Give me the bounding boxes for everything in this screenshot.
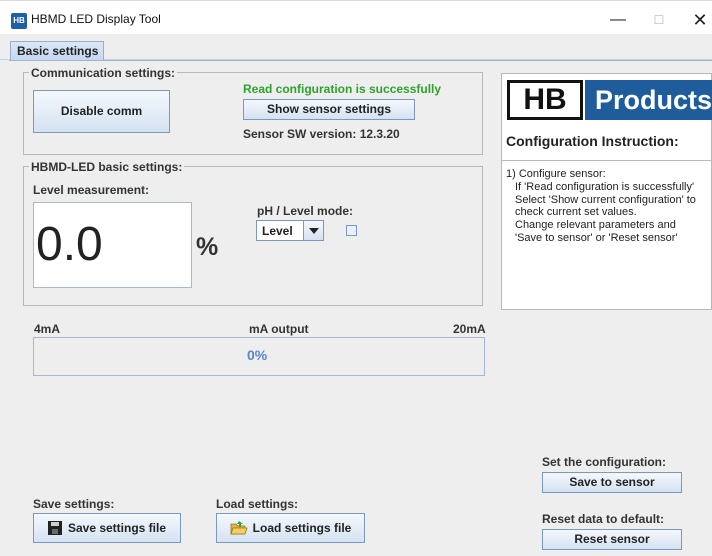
save-settings-file-label: Save settings file	[67, 521, 167, 535]
communication-settings-label: Communication settings:	[29, 66, 178, 80]
app-window: HB HBMD LED Display Tool — ☐ ✕ Basic set…	[0, 0, 712, 556]
reset-data-label: Reset data to default:	[542, 512, 665, 526]
instruction-line: 1) Configure sensor:	[506, 168, 606, 180]
show-sensor-settings-button[interactable]: Show sensor settings	[243, 99, 415, 120]
hb-logo: HB	[507, 80, 583, 120]
read-status-text: Read configuration is successfully	[243, 82, 442, 96]
instruction-title: Configuration Instruction:	[506, 133, 679, 149]
ma-output-min-label: 4mA	[34, 322, 61, 336]
sensor-sw-version: Sensor SW version: 12.3.20	[243, 127, 400, 141]
level-unit: %	[196, 233, 219, 261]
mode-label: pH / Level mode:	[257, 204, 354, 218]
tab-panel-border	[9, 60, 712, 61]
folder-open-icon	[230, 521, 248, 535]
instruction-line: Select 'Show current configuration' to	[515, 193, 696, 206]
load-settings-label: Load settings:	[216, 497, 299, 511]
instruction-line: check current set values.	[515, 206, 637, 219]
floppy-disk-icon	[47, 521, 62, 535]
save-settings-label: Save settings:	[33, 497, 115, 511]
basic-settings-label: HBMD-LED basic settings:	[29, 160, 185, 174]
load-settings-file-label: Load settings file	[252, 521, 352, 535]
level-measurement-label: Level measurement:	[33, 183, 150, 197]
maximize-button[interactable]: ☐	[639, 7, 679, 33]
load-settings-file-button[interactable]: Load settings file	[216, 513, 365, 543]
tab-strip	[0, 34, 712, 60]
tab-basic-settings[interactable]: Basic settings	[10, 41, 104, 61]
minimize-button[interactable]: —	[598, 7, 638, 33]
ma-output-progress-text: 0%	[247, 347, 268, 363]
instruction-text: 1) Configure sensor: If 'Read configurat…	[506, 168, 712, 245]
instruction-line: 'Save to sensor' or 'Reset sensor'	[515, 231, 678, 244]
products-logo: Products	[585, 80, 712, 120]
save-settings-file-button[interactable]: Save settings file	[33, 513, 181, 543]
instruction-line: Change relevant parameters and	[515, 219, 676, 232]
reset-sensor-button[interactable]: Reset sensor	[542, 529, 682, 550]
set-configuration-label: Set the configuration:	[542, 455, 666, 469]
app-logo-icon: HB	[11, 13, 27, 29]
ma-output-max-label: 20mA	[453, 322, 486, 336]
close-button[interactable]: ✕	[680, 7, 712, 33]
window-title: HBMD LED Display Tool	[31, 12, 161, 26]
instruction-line: If 'Read configuration is successfully'	[515, 180, 695, 193]
mode-dropdown-button[interactable]	[303, 221, 323, 240]
mode-selected-value: Level	[262, 224, 293, 238]
mode-checkbox[interactable]	[346, 225, 357, 236]
ma-output-title: mA output	[249, 322, 309, 336]
chevron-down-icon	[309, 228, 319, 234]
level-value: 0.0	[36, 218, 103, 271]
save-to-sensor-button[interactable]: Save to sensor	[542, 472, 682, 493]
instruction-divider	[502, 160, 712, 161]
disable-comm-button[interactable]: Disable comm	[33, 90, 170, 133]
